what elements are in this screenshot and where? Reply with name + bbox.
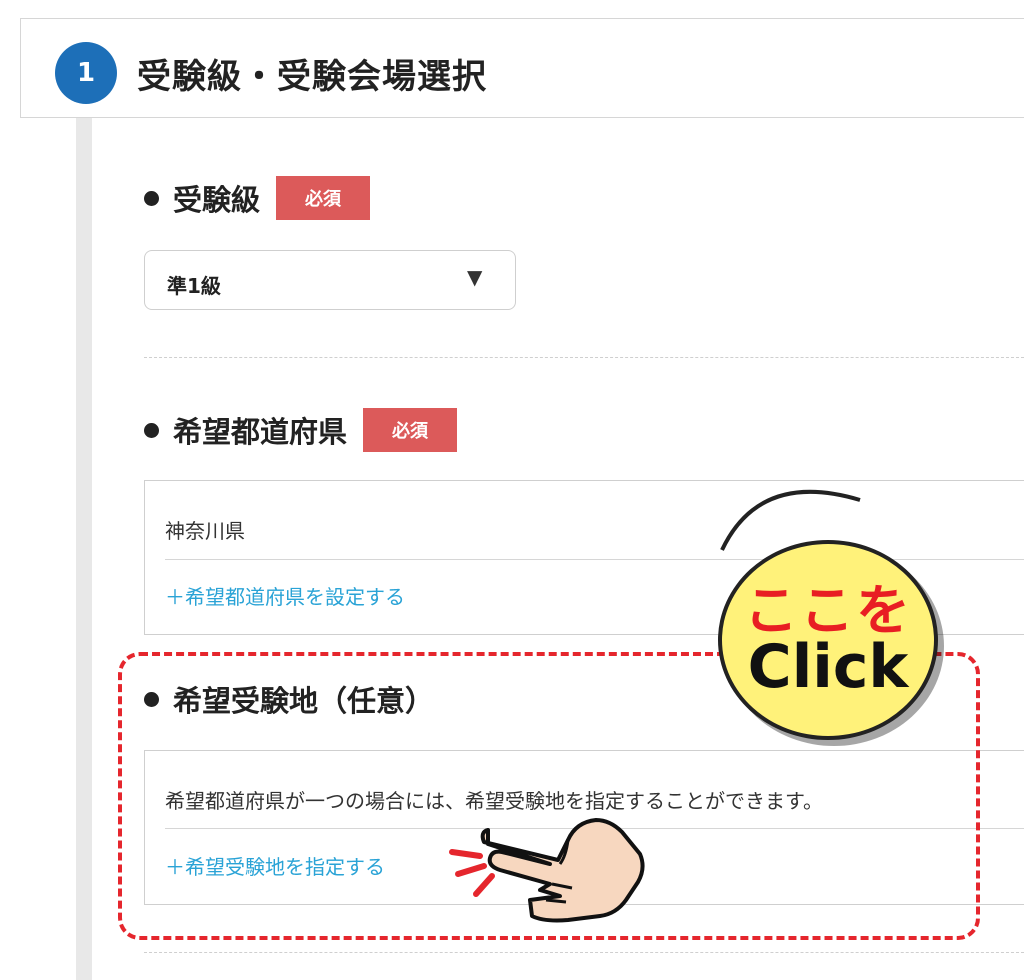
section-title: 受験級・受験会場選択 (137, 57, 487, 97)
step-number-badge: 1 (55, 42, 117, 104)
triangle-down-icon: ▼ (467, 265, 483, 289)
grade-select[interactable]: 準1級 ▼ (144, 250, 516, 310)
grade-label-row: 受験級 必須 (144, 176, 371, 220)
prefecture-label-row: 希望都道府県 必須 (144, 408, 458, 452)
left-accent-bar (76, 118, 92, 980)
pointing-hand-icon (480, 818, 645, 923)
set-prefecture-link[interactable]: ＋希望都道府県を設定する (165, 581, 405, 610)
prefecture-value: 神奈川県 (165, 519, 245, 543)
section-header: 1 受験級・受験会場選択 (20, 18, 1024, 118)
required-badge: 必須 (363, 408, 458, 452)
required-badge: 必須 (276, 176, 371, 220)
click-here-callout: ここを Click (718, 540, 938, 740)
section-divider (144, 357, 1024, 358)
callout-text-bottom: Click (747, 632, 909, 702)
grade-select-value: 準1級 (167, 274, 221, 298)
bullet-icon (144, 422, 159, 438)
grade-label: 受験級 (173, 183, 261, 217)
bullet-icon (144, 190, 159, 206)
section-divider (144, 952, 1024, 953)
prefecture-label: 希望都道府県 (173, 415, 348, 449)
